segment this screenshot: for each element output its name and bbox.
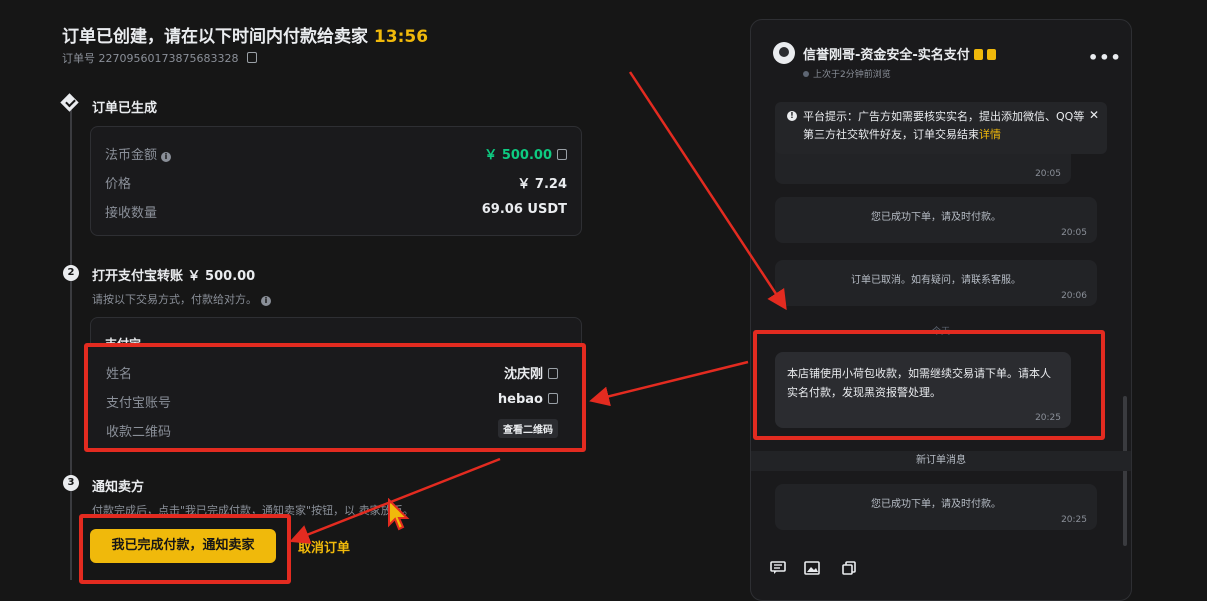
arrow-to-seller-message [628,71,787,311]
arrow-to-payee-details [589,360,749,407]
arrow-to-pay-button [289,457,501,544]
annotation-arrows [289,71,787,544]
